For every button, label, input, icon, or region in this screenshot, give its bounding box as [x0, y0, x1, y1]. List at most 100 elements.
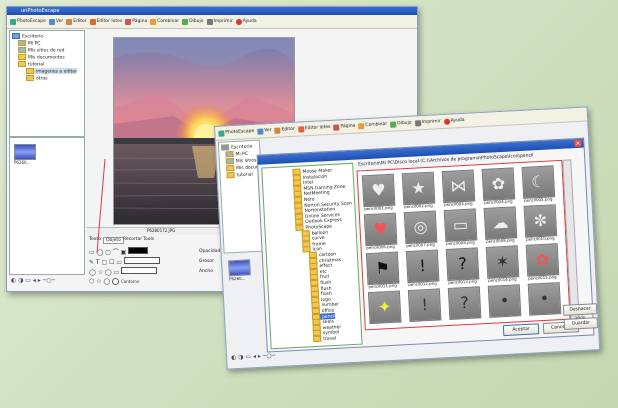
icon-caption: pencil005.png [523, 196, 553, 203]
tb-ayuda[interactable]: Ayuda [443, 117, 465, 125]
icon-glyph: ? [457, 253, 468, 274]
icon-caption: pencil009.png [486, 237, 515, 244]
icon-thumbnail[interactable]: ✿ [481, 167, 516, 202]
icon-thumbnail[interactable]: ▭ [443, 208, 478, 243]
icon-thumbnail[interactable]: • [527, 282, 562, 316]
front-thumb-label: P6260... [228, 275, 246, 282]
tree-item-selected[interactable]: imagenes a editar [26, 68, 77, 75]
icon-glyph: ! [420, 295, 429, 315]
icon-thumbnail[interactable]: ☾ [521, 165, 556, 199]
back-toolbar: PhotoEscape Ver Editor Editor lotes Pági… [7, 15, 417, 29]
icon-thumbnail[interactable]: ✶ [485, 245, 520, 279]
tb-pagina[interactable]: Página [125, 18, 147, 25]
icon-caption: pencil010.png [525, 235, 555, 242]
tool-row[interactable]: ◯ ☆ ◯ ▭ [89, 267, 160, 277]
folder-item[interactable]: travel [313, 335, 337, 343]
icon-caption: pencil012.png [408, 280, 437, 288]
icon-glyph: ✿ [491, 173, 506, 194]
undo-all-button[interactable]: Deshacer todo [562, 303, 598, 321]
icon-glyph: ♥ [370, 180, 387, 200]
tb-editor-lotes[interactable]: Editor lotes [89, 18, 122, 25]
icon-glyph: ✶ [495, 251, 510, 272]
tree-item[interactable]: tutorial [226, 171, 253, 179]
icon-thumbnail[interactable]: ✿ [525, 243, 560, 277]
icon-thumbnail[interactable]: ? [445, 247, 480, 281]
icon-thumbnail[interactable]: ? [447, 286, 482, 320]
tb-editor-lotes[interactable]: Editor lotes [297, 124, 331, 133]
icon-glyph: • [539, 288, 550, 309]
contorno-label: Contorno [121, 279, 140, 284]
tree-item[interactable]: Mis sitios de red [18, 47, 64, 54]
tab-recortar[interactable]: Recortar [123, 237, 142, 242]
tb-ayuda[interactable]: Ayuda [235, 18, 257, 25]
tree-item[interactable]: Escritorio [12, 33, 43, 40]
icon-caption: pencil014.png [488, 276, 517, 283]
tree-item[interactable]: Mis documentos [18, 54, 65, 61]
icon-glyph: ⋈ [449, 175, 467, 196]
dialog-folder-tree: Moose Maker Instalación Intel MSN Gaming Zo… [261, 162, 363, 350]
icon-thumbnail[interactable]: ♥ [361, 173, 396, 208]
icon-thumbnail[interactable]: ⚑ [365, 251, 400, 286]
front-thumbnail[interactable] [228, 259, 251, 277]
grosor-label: Grosor [199, 259, 214, 264]
icon-glyph: ◎ [413, 216, 429, 237]
icon-glyph: • [499, 290, 510, 311]
tb-imprimir[interactable]: Imprimir [206, 18, 233, 25]
tool-row[interactable]: ⬡ ☆ ◯ Contorno [89, 277, 160, 286]
tree-item[interactable]: Mi PC [225, 150, 248, 158]
tb-combinar[interactable]: Combinar [150, 18, 179, 25]
tb-imprimir[interactable]: Imprimir [414, 119, 441, 126]
tb-editor[interactable]: Editor [66, 18, 87, 25]
icon-thumbnail[interactable]: ⋈ [441, 169, 476, 204]
icon-glyph: ✼ [533, 210, 548, 231]
accept-button[interactable]: Aceptar [502, 323, 540, 337]
icon-glyph: ? [459, 292, 470, 313]
icon-thumbnail[interactable]: ! [407, 288, 442, 323]
back-thumb-pane: P6260... [9, 137, 85, 275]
tab-tools[interactable]: Tools [143, 237, 154, 242]
icon-caption: pencil013.png [448, 278, 477, 285]
tree-item[interactable]: tutorial [18, 61, 44, 68]
tb-photoescape[interactable]: PhotoEscape [10, 18, 46, 25]
tb-combinar[interactable]: Combinar [358, 121, 387, 129]
icon-caption: pencil003.png [444, 200, 473, 208]
tree-item[interactable]: Mi PC [18, 40, 40, 47]
icon-glyph: ♥ [372, 219, 389, 239]
icon-glyph: ☁ [491, 212, 509, 233]
icon-caption: pencil006.png [366, 243, 395, 251]
tree-item[interactable]: otras [26, 75, 47, 82]
icon-caption: pencil015.png [528, 274, 557, 281]
tb-ver[interactable]: Ver [48, 18, 63, 25]
opacidad-label: Opacidad [199, 249, 221, 254]
icon-caption: pencil011.png [368, 282, 397, 290]
folder-list: Moose Maker Instalación Intel MSN Gaming Zo… [262, 164, 352, 343]
icon-caption: pencil001.png [364, 204, 393, 212]
icon-thumbnail[interactable]: • [487, 284, 522, 318]
icon-thumbnail[interactable]: ★ [401, 171, 436, 206]
dialog-close-icon[interactable]: × [574, 139, 582, 148]
icon-thumbnail[interactable]: ♥ [363, 212, 398, 247]
back-folder-tree: Escritorio Mi PC Mis sitios de red Mis d… [9, 30, 85, 137]
tb-photoescape[interactable]: PhotoEscape [218, 128, 254, 137]
save-button[interactable]: Guardar [563, 317, 599, 330]
tb-pagina[interactable]: Página [333, 123, 356, 131]
back-bottom-icons: ◐ ◑ ▭ ◂ ▸ ─○─ [11, 277, 56, 284]
tb-editor[interactable]: Editor [274, 126, 295, 134]
tb-ver[interactable]: Ver [257, 127, 272, 135]
tb-dibujo[interactable]: Dibujo [390, 120, 412, 128]
icon-thumbnail[interactable]: ✦ [367, 290, 402, 325]
tb-dibujo[interactable]: Dibujo [182, 18, 204, 25]
tool-row[interactable]: ✎ T ▢ ☐ ▭ [89, 257, 160, 267]
icon-caption: pencil008.png [446, 239, 475, 247]
icon-glyph: ! [418, 256, 427, 276]
icon-thumbnail[interactable]: ! [405, 249, 440, 284]
front-window: PhotoEscape Ver Editor Editor lotes Pági… [214, 106, 601, 370]
icon-caption: pencil004.png [483, 198, 513, 205]
icon-thumbnail[interactable]: ✼ [523, 204, 558, 238]
icon-thumbnail[interactable]: ☁ [483, 206, 518, 240]
thumbnail-image[interactable] [14, 144, 36, 160]
status-filename: P6280172.JPG [147, 228, 176, 233]
icon-caption: pencil007.png [406, 241, 435, 249]
back-titlebar: unPhotoEscape [7, 7, 417, 15]
icon-thumbnail[interactable]: ◎ [403, 210, 438, 245]
